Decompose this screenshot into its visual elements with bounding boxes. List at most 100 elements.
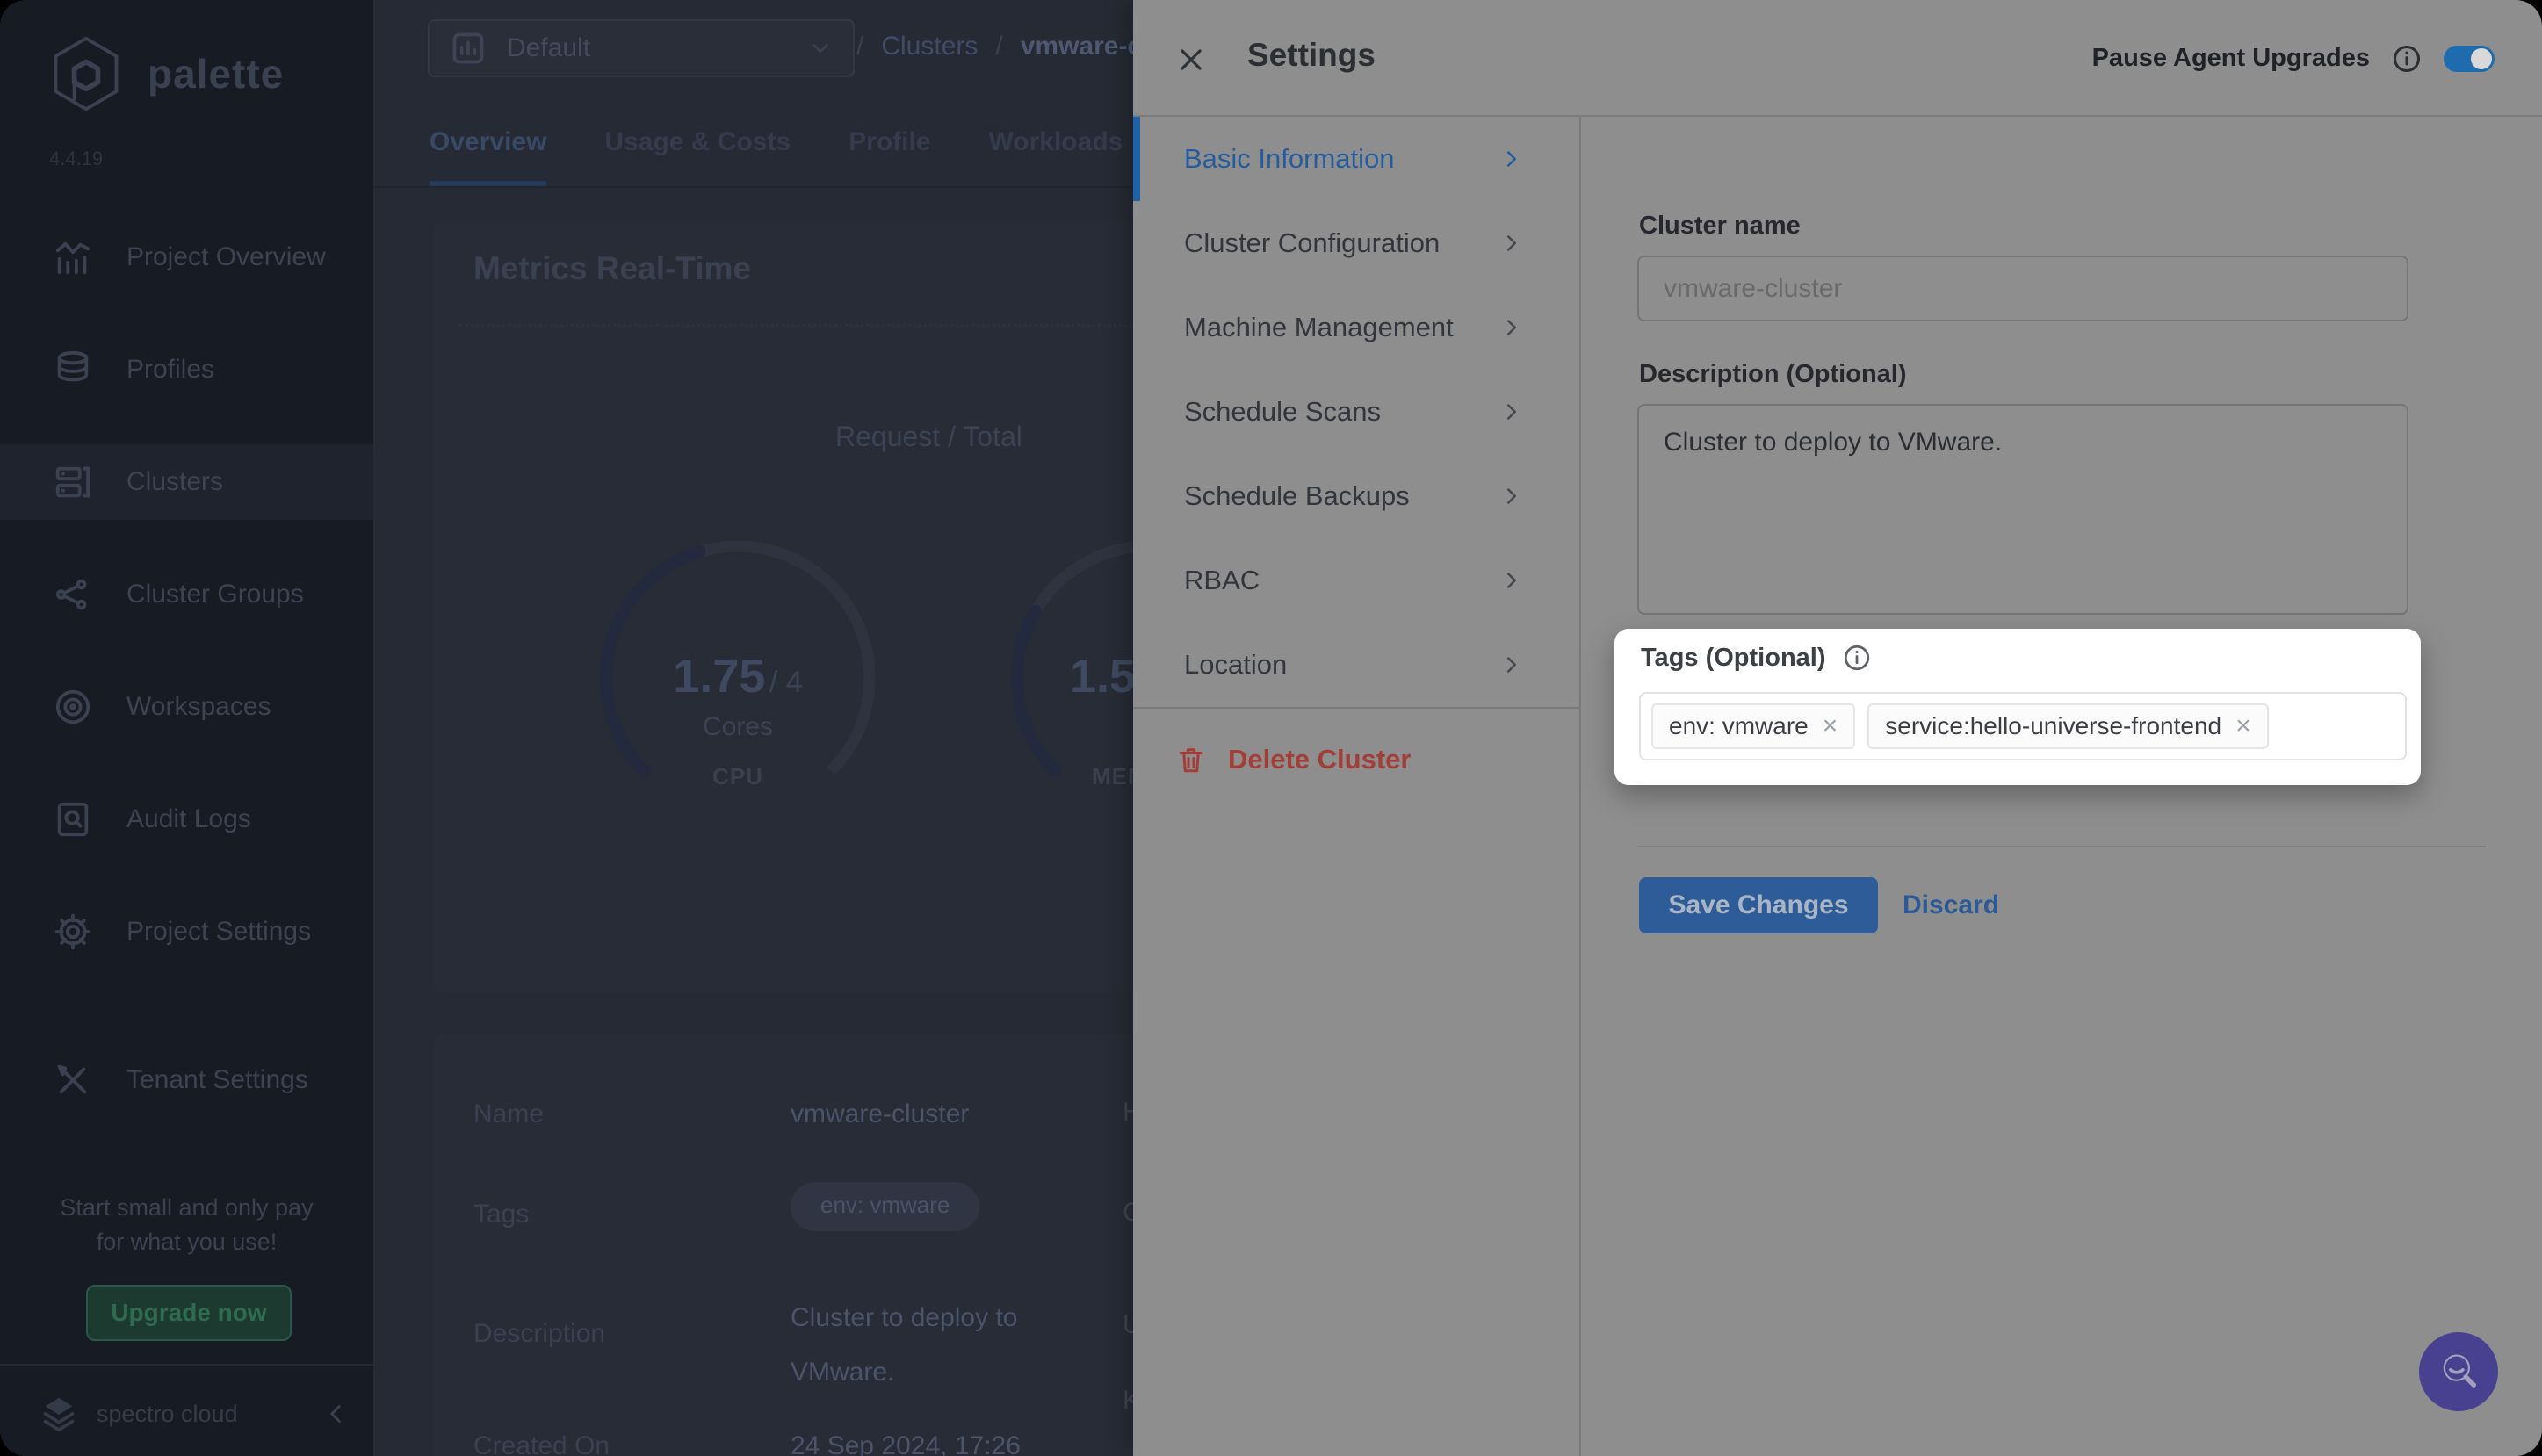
save-changes-button[interactable]: Save Changes [1639, 877, 1878, 933]
tag-chip-text: env: vmware [1669, 712, 1809, 740]
sidebar-item-label: Workspaces [126, 692, 271, 722]
tab-usage-costs[interactable]: Usage & Costs [604, 104, 791, 186]
settings-menu-location[interactable]: Location [1133, 623, 1579, 707]
sidebar-item-label: Clusters [126, 467, 223, 497]
settings-menu-schedule-backups[interactable]: Schedule Backups [1133, 454, 1579, 538]
memory-gauge-label: MEMORY [1092, 763, 1133, 790]
info-icon[interactable] [1842, 643, 1872, 673]
form-divider [1637, 846, 2486, 847]
settings-menu-label: Schedule Backups [1184, 480, 1410, 512]
description-textarea[interactable]: Cluster to deploy to VMware. [1637, 404, 2408, 615]
settings-form: Cluster name Description (Optional) Clus… [1583, 117, 2542, 1456]
gear-icon [53, 912, 93, 952]
palette-logo-icon [46, 33, 126, 114]
upgrade-now-button[interactable]: Upgrade now [86, 1285, 292, 1341]
pause-agent-upgrades-control: Pause Agent Upgrades [2092, 0, 2495, 117]
sidebar-item-label: Tenant Settings [126, 1065, 308, 1095]
detail-value-created-on: 24 Sep 2024, 17:26 [791, 1431, 1021, 1456]
version-label: 4.4.19 [49, 148, 103, 170]
breadcrumb-separator: / [995, 32, 1002, 61]
tools-icon [53, 1060, 93, 1100]
sidebar: palette 4.4.19 Project Overview Profiles… [0, 0, 373, 1456]
settings-title: Settings [1247, 37, 1376, 74]
chevron-down-icon [807, 35, 834, 61]
sidebar-item-project-overview[interactable]: Project Overview [0, 220, 373, 295]
tab-overview[interactable]: Overview [430, 104, 546, 186]
tag-chip: env: vmware × [1651, 703, 1855, 749]
settings-menu-cluster-configuration[interactable]: Cluster Configuration [1133, 201, 1579, 285]
sidebar-item-clusters[interactable]: Clusters [0, 444, 373, 520]
info-icon[interactable] [2391, 43, 2423, 75]
description-label: Description (Optional) [1639, 360, 1907, 389]
delete-cluster-button[interactable]: Delete Cluster [1133, 724, 1579, 795]
tag-chip: service:hello-universe-frontend × [1867, 703, 2268, 749]
breadcrumb: / Clusters / vmware-cluster [856, 32, 1133, 61]
spectro-cloud-label: spectro cloud [97, 1401, 303, 1428]
chevron-right-icon [1498, 399, 1525, 425]
sidebar-item-audit-logs[interactable]: Audit Logs [0, 782, 373, 857]
bar-chart-icon [53, 237, 93, 278]
brand-logo: palette [46, 33, 284, 114]
clipped-column-label: H [1123, 1098, 1133, 1128]
detail-value-name: vmware-cluster [791, 1099, 969, 1129]
sidebar-item-cluster-groups[interactable]: Cluster Groups [0, 557, 373, 632]
toggle-knob [2471, 48, 2492, 69]
settings-menu-basic-information[interactable]: Basic Information [1133, 117, 1579, 201]
project-selector[interactable]: Default [428, 19, 855, 77]
sidebar-item-label: Project Settings [126, 917, 311, 947]
collapse-sidebar-icon[interactable] [321, 1399, 350, 1429]
metrics-legend: Request / Total [835, 421, 1022, 453]
detail-label-name: Name [473, 1099, 544, 1129]
settings-menu: Basic Information Cluster Configuration … [1133, 117, 1581, 1456]
remove-tag-icon[interactable]: × [2235, 713, 2251, 739]
settings-menu-machine-management[interactable]: Machine Management [1133, 285, 1579, 370]
tags-input[interactable]: env: vmware × service:hello-universe-fro… [1639, 692, 2407, 760]
help-search-fab[interactable] [2419, 1332, 2498, 1411]
chevron-right-icon [1498, 483, 1525, 509]
clipped-column-label: C [1123, 1198, 1133, 1228]
tags-spotlight: Tags (Optional) env: vmware × service:he… [1614, 629, 2421, 785]
settings-panel: Settings Pause Agent Upgrades Basic Info… [1133, 0, 2542, 1456]
remove-tag-icon[interactable]: × [1823, 713, 1838, 739]
form-actions: Save Changes Discard [1639, 877, 1999, 933]
chevron-right-icon [1498, 146, 1525, 172]
settings-menu-rbac[interactable]: RBAC [1133, 538, 1579, 623]
app-window: palette 4.4.19 Project Overview Profiles… [0, 0, 2542, 1456]
settings-header: Settings Pause Agent Upgrades [1133, 0, 2542, 117]
cluster-name-input [1637, 256, 2408, 321]
chevron-right-icon [1498, 567, 1525, 594]
pause-agent-upgrades-toggle[interactable] [2444, 46, 2495, 72]
close-icon[interactable] [1174, 42, 1209, 77]
breadcrumb-link-clusters[interactable]: Clusters [881, 32, 978, 61]
sidebar-item-label: Audit Logs [126, 804, 251, 834]
cluster-name-label: Cluster name [1639, 212, 1801, 241]
settings-menu-schedule-scans[interactable]: Schedule Scans [1133, 370, 1579, 454]
search-icon [2436, 1349, 2481, 1395]
project-icon [449, 29, 487, 68]
sidebar-footer-divider [0, 1364, 373, 1366]
target-icon [53, 687, 93, 727]
cpu-gauge-unit: Cores [589, 712, 887, 742]
tag-chip-text: service:hello-universe-frontend [1885, 712, 2221, 740]
detail-value-description: Cluster to deploy to VMware. [791, 1291, 1124, 1400]
tab-profile[interactable]: Profile [849, 104, 930, 186]
discard-button[interactable]: Discard [1903, 890, 1999, 920]
delete-cluster-label: Delete Cluster [1228, 744, 1411, 775]
tags-header: Tags (Optional) [1641, 643, 1872, 673]
metrics-title: Metrics Real-Time [473, 250, 751, 287]
memory-gauge-value: 1.57 [1070, 649, 1133, 703]
clipped-column-label: U [1123, 1310, 1133, 1340]
clipped-column-label: K [1123, 1386, 1133, 1416]
metrics-card: Metrics Real-Time Request / Total 1.75 /… [433, 220, 1133, 991]
detail-label-tags: Tags [473, 1200, 529, 1229]
tab-workloads[interactable]: Workloads [989, 104, 1123, 186]
sidebar-footer: spectro cloud [39, 1386, 350, 1442]
sidebar-item-workspaces[interactable]: Workspaces [0, 669, 373, 745]
sidebar-item-project-settings[interactable]: Project Settings [0, 894, 373, 969]
settings-menu-label: Cluster Configuration [1184, 227, 1440, 259]
trash-icon [1175, 744, 1207, 775]
sidebar-item-profiles[interactable]: Profiles [0, 332, 373, 407]
chevron-right-icon [1498, 652, 1525, 678]
settings-menu-label: Basic Information [1184, 143, 1395, 175]
sidebar-item-tenant-settings[interactable]: Tenant Settings [0, 1042, 373, 1118]
